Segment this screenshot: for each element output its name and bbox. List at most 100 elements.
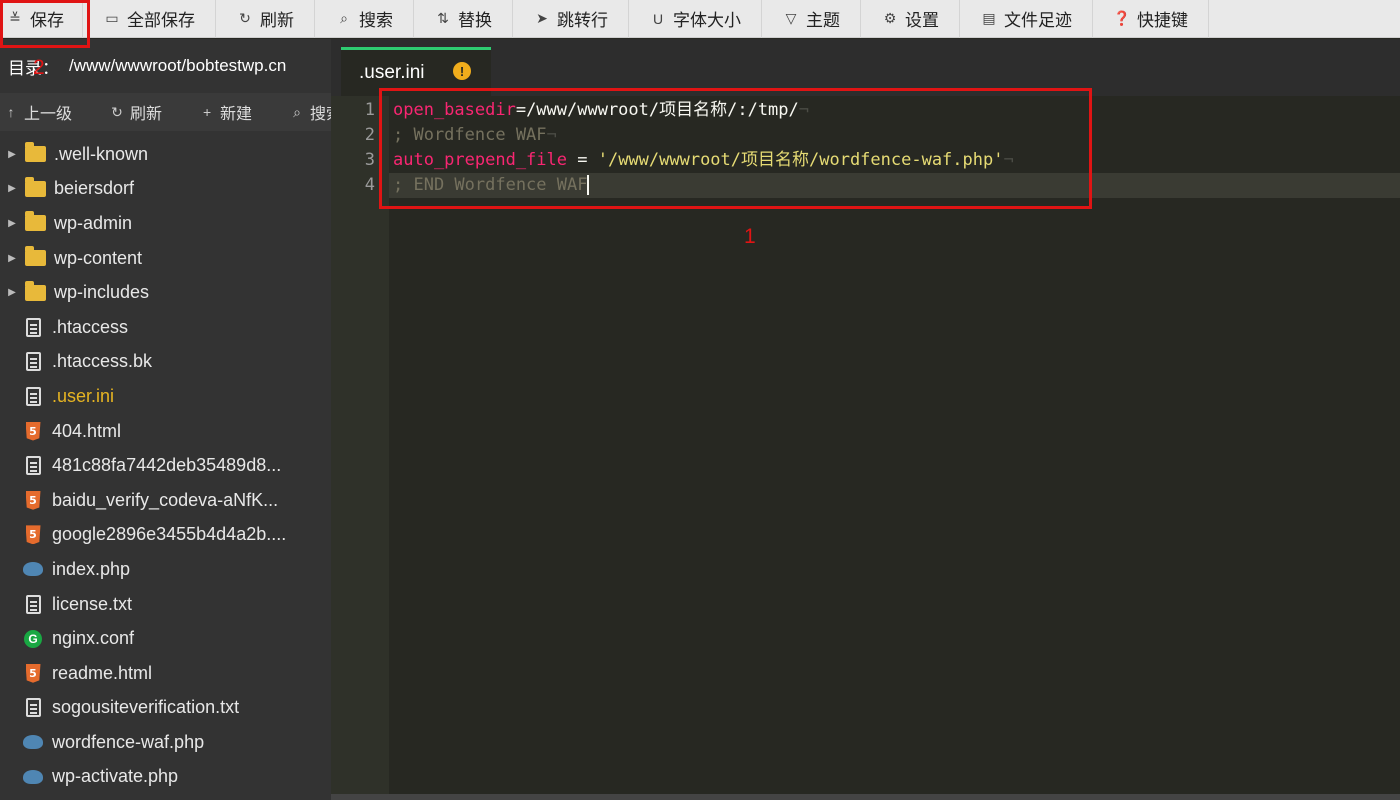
help-icon: ❓ bbox=[1113, 10, 1131, 26]
font-size-icon: U bbox=[652, 10, 664, 27]
file-name: beiersdorf bbox=[54, 178, 135, 199]
toolbar-button-replace[interactable]: ⇅ 替换 bbox=[414, 0, 513, 38]
file-name: nginx.conf bbox=[52, 628, 135, 649]
goto-line-icon: ➤ bbox=[536, 10, 548, 26]
caret-right-icon: ▶ bbox=[8, 183, 16, 195]
file-name: wp-activate.php bbox=[52, 766, 179, 787]
sidebar-action-up-arrow[interactable]: ↑ 上一级 bbox=[0, 100, 86, 124]
file-name: wp-content bbox=[54, 247, 143, 268]
replace-icon: ⇅ bbox=[437, 10, 449, 26]
caret-right-icon: ▶ bbox=[8, 148, 16, 160]
toolbar-button-help[interactable]: ❓ 快捷键 bbox=[1093, 0, 1209, 38]
up-arrow-icon: ↑ bbox=[7, 104, 15, 120]
folder-item[interactable]: ▶ wp-includes bbox=[0, 275, 331, 310]
folder-item[interactable]: ▶ wp-admin bbox=[0, 206, 331, 241]
file-name: .htaccess bbox=[52, 316, 129, 337]
file-name: wp-admin bbox=[54, 212, 133, 233]
editor-toolbar: ≚ 保存 ▭ 全部保存 ↻ 刷新 ⌕ 搜索 ⇅ 替换 ➤ 跳转行 U 字体大小 ▽ 主题 ⚙ 设置 ▤ 文件足迹 ❓ 快捷… bbox=[0, 0, 1400, 38]
file-name: google2896e3455b4d4a2b.... bbox=[52, 524, 287, 545]
line-number: 1 bbox=[364, 100, 375, 120]
file-item[interactable]: sogousiteverification.txt bbox=[0, 691, 331, 726]
folder-item[interactable]: ▶ beiersdorf bbox=[0, 172, 331, 207]
sidebar-actions: ↑ 上一级 ↻ 刷新 + 新建 ⌕ 搜索 bbox=[0, 93, 342, 131]
file-item[interactable]: 5 baidu_verify_codeva-aNfK... bbox=[0, 483, 331, 518]
toolbar-button-label: 字体大小 bbox=[673, 11, 741, 30]
text-file-icon bbox=[22, 594, 44, 614]
annotation-number-1: 1 bbox=[744, 225, 756, 248]
file-name: baidu_verify_codeva-aNfK... bbox=[52, 489, 279, 510]
toolbar-button-label: 全部保存 bbox=[127, 11, 195, 30]
toolbar-button-search[interactable]: ⌕ 搜索 bbox=[315, 0, 414, 38]
file-name: .user.ini bbox=[52, 385, 115, 406]
sidebar-action-refresh[interactable]: ↻ 刷新 bbox=[108, 100, 176, 124]
refresh-icon: ↻ bbox=[111, 103, 123, 120]
file-item[interactable]: .htaccess.bk bbox=[0, 345, 331, 380]
file-item[interactable]: 5 readme.html bbox=[0, 656, 331, 691]
file-item[interactable]: 481c88fa7442deb35489d8... bbox=[0, 448, 331, 483]
file-item[interactable]: index.php bbox=[0, 552, 331, 587]
html5-icon: 5 bbox=[22, 490, 44, 510]
refresh-icon: ↻ bbox=[239, 10, 251, 26]
toolbar-button-save-all[interactable]: ▭ 全部保存 bbox=[83, 0, 216, 38]
file-name: .well-known bbox=[54, 143, 149, 164]
text-file-icon bbox=[22, 456, 44, 476]
annotation-box-save bbox=[0, 0, 90, 48]
settings-icon: ⚙ bbox=[883, 10, 897, 26]
caret-right-icon: ▶ bbox=[8, 252, 16, 264]
folder-icon bbox=[24, 211, 46, 233]
file-item[interactable]: license.txt bbox=[0, 587, 331, 622]
nginx-icon: G bbox=[22, 629, 44, 649]
plus-icon: + bbox=[202, 104, 212, 120]
tab-label: .user.ini bbox=[359, 62, 425, 83]
line-number: 3 bbox=[364, 150, 375, 170]
caret-right-icon: ▶ bbox=[8, 287, 16, 299]
sidebar-action-label: 新建 bbox=[220, 106, 253, 123]
toolbar-button-label: 文件足迹 bbox=[1004, 11, 1072, 30]
history-icon: ▤ bbox=[982, 10, 996, 26]
folder-icon bbox=[24, 142, 46, 164]
folder-icon bbox=[24, 176, 46, 199]
toolbar-button-history[interactable]: ▤ 文件足迹 bbox=[960, 0, 1093, 38]
sidebar-action-label: 上一级 bbox=[24, 106, 73, 123]
directory-path[interactable]: /www/wwwroot/bobtestwp.cn bbox=[69, 56, 286, 76]
warning-icon: ! bbox=[453, 62, 471, 80]
file-item[interactable]: wp-activate.php bbox=[0, 760, 331, 795]
annotation-box-code bbox=[379, 88, 1092, 209]
sidebar-action-plus[interactable]: + 新建 bbox=[198, 100, 266, 124]
toolbar-button-refresh[interactable]: ↻ 刷新 bbox=[216, 0, 315, 38]
horizontal-scrollbar[interactable] bbox=[331, 794, 1400, 800]
folder-icon bbox=[24, 246, 46, 268]
toolbar-button-settings[interactable]: ⚙ 设置 bbox=[861, 0, 960, 38]
toolbar-button-label: 搜索 bbox=[359, 11, 393, 30]
toolbar-button-goto-line[interactable]: ➤ 跳转行 bbox=[513, 0, 629, 38]
html5-icon: 5 bbox=[22, 525, 44, 545]
php-elephant-icon bbox=[22, 559, 44, 579]
toolbar-button-label: 刷新 bbox=[260, 11, 294, 30]
file-item[interactable]: .htaccess bbox=[0, 310, 331, 345]
folder-item[interactable]: ▶ wp-content bbox=[0, 241, 331, 276]
toolbar-button-label: 快捷键 bbox=[1137, 11, 1188, 30]
file-item[interactable]: wordfence-waf.php bbox=[0, 725, 331, 760]
html5-icon: 5 bbox=[22, 663, 44, 683]
file-item[interactable]: .user.ini bbox=[0, 379, 331, 414]
theme-icon: ▽ bbox=[785, 10, 797, 26]
file-name: 404.html bbox=[52, 420, 122, 441]
folder-item[interactable]: ▶ .well-known bbox=[0, 137, 331, 172]
file-item[interactable]: Gnginx.conf bbox=[0, 621, 331, 656]
php-elephant-icon bbox=[22, 732, 44, 752]
text-file-icon bbox=[22, 386, 44, 406]
folder-icon bbox=[24, 280, 46, 303]
file-item[interactable]: 5 404.html bbox=[0, 414, 331, 449]
file-name: index.php bbox=[52, 558, 131, 579]
search-icon: ⌕ bbox=[293, 103, 301, 120]
file-item[interactable]: 5 google2896e3455b4d4a2b.... bbox=[0, 518, 331, 553]
file-name: license.txt bbox=[52, 593, 133, 614]
file-name: sogousiteverification.txt bbox=[52, 697, 240, 718]
annotation-number-2: 2 bbox=[33, 56, 45, 79]
toolbar-button-theme[interactable]: ▽ 主题 bbox=[762, 0, 861, 38]
file-sidebar: 目录： /www/wwwroot/bobtestwp.cn ↑ 上一级 ↻ 刷新 + 新建… bbox=[0, 39, 342, 800]
text-file-icon bbox=[22, 317, 44, 337]
line-number: 4 bbox=[364, 175, 375, 195]
toolbar-button-label: 设置 bbox=[905, 11, 939, 30]
toolbar-button-font-size[interactable]: U 字体大小 bbox=[629, 0, 762, 38]
